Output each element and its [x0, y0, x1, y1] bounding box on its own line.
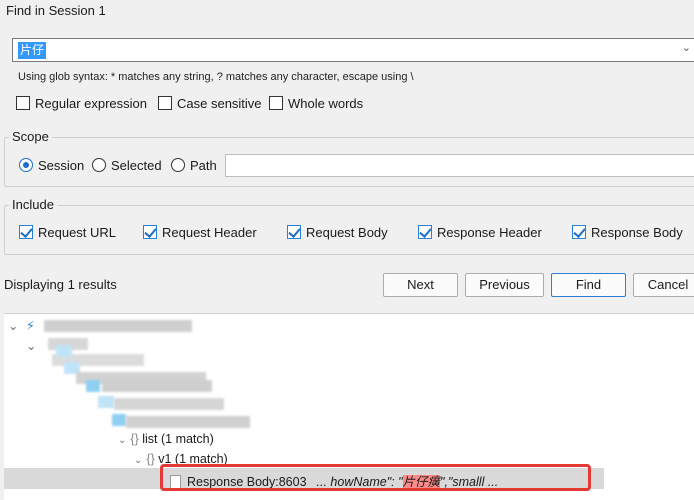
checkbox-box[interactable]: [16, 96, 30, 110]
include-request-header-checkbox[interactable]: Request Header: [143, 225, 257, 240]
radio-circle[interactable]: [171, 158, 185, 172]
chevron-down-icon[interactable]: ⌄: [26, 338, 36, 353]
window-title: Find in Session 1: [6, 3, 106, 18]
scope-path-radio[interactable]: Path: [171, 158, 217, 173]
braces-icon: {}: [146, 452, 155, 466]
checkbox-box[interactable]: [269, 96, 283, 110]
include-request-header-label: Request Header: [162, 225, 257, 240]
chevron-down-icon[interactable]: ⌄: [134, 455, 142, 466]
checkbox-box[interactable]: [19, 225, 33, 239]
scope-selected-label: Selected: [111, 158, 162, 173]
whole-words-label: Whole words: [288, 96, 364, 111]
scope-path-label: Path: [190, 158, 217, 173]
include-response-body-label: Response Body: [591, 225, 683, 240]
annotation-outline: [160, 464, 591, 491]
lightning-icon: ⚡: [26, 319, 35, 333]
cancel-button[interactable]: Cancel: [633, 273, 694, 297]
glob-syntax-hint: Using glob syntax: * matches any string,…: [18, 71, 414, 83]
checkbox-box[interactable]: [143, 225, 157, 239]
redacted-node: [86, 380, 100, 392]
redacted-node: [98, 396, 114, 408]
tree-node-list[interactable]: ⌄ {} list (1 match): [118, 432, 214, 446]
case-sensitive-label: Case sensitive: [177, 96, 262, 111]
include-request-url-label: Request URL: [38, 225, 117, 240]
whole-words-checkbox[interactable]: Whole words: [269, 96, 363, 111]
scope-selected-radio[interactable]: Selected: [92, 158, 162, 173]
chevron-down-icon[interactable]: ⌄: [118, 435, 126, 446]
scope-title: Scope: [9, 129, 52, 144]
next-button[interactable]: Next: [383, 273, 458, 297]
regex-checkbox[interactable]: Regular expression: [16, 96, 147, 111]
checkbox-box[interactable]: [418, 225, 432, 239]
path-input[interactable]: [225, 154, 694, 177]
redacted-node: [126, 416, 250, 428]
include-request-body-checkbox[interactable]: Request Body: [287, 225, 388, 240]
scope-session-radio[interactable]: Session: [19, 158, 84, 173]
checkbox-box[interactable]: [572, 225, 586, 239]
checkbox-box[interactable]: [287, 225, 301, 239]
redacted-node: [44, 320, 192, 332]
scope-session-label: Session: [38, 158, 85, 173]
include-request-url-checkbox[interactable]: Request URL: [19, 225, 116, 240]
chevron-down-icon[interactable]: ⌄: [8, 318, 18, 333]
checkbox-box[interactable]: [158, 96, 172, 110]
previous-button[interactable]: Previous: [465, 273, 544, 297]
search-input[interactable]: 片仔 ⌄: [12, 38, 694, 62]
include-title: Include: [9, 197, 57, 212]
redacted-node: [112, 414, 126, 426]
radio-circle[interactable]: [19, 158, 33, 172]
redacted-node: [114, 398, 224, 410]
regex-label: Regular expression: [35, 96, 148, 111]
search-input-value: 片仔: [18, 42, 47, 59]
redacted-node: [102, 380, 212, 392]
radio-circle[interactable]: [92, 158, 106, 172]
case-sensitive-checkbox[interactable]: Case sensitive: [158, 96, 262, 111]
braces-icon: {}: [130, 432, 139, 446]
include-response-body-checkbox[interactable]: Response Body: [572, 225, 683, 240]
chevron-down-icon[interactable]: ⌄: [682, 41, 691, 54]
find-button[interactable]: Find: [551, 273, 626, 297]
redacted-node: [56, 345, 72, 357]
include-response-header-checkbox[interactable]: Response Header: [418, 225, 542, 240]
include-response-header-label: Response Header: [437, 225, 542, 240]
results-count: Displaying 1 results: [4, 277, 117, 292]
include-request-body-label: Request Body: [306, 225, 388, 240]
tree-node-list-label: list (1 match): [142, 432, 214, 446]
